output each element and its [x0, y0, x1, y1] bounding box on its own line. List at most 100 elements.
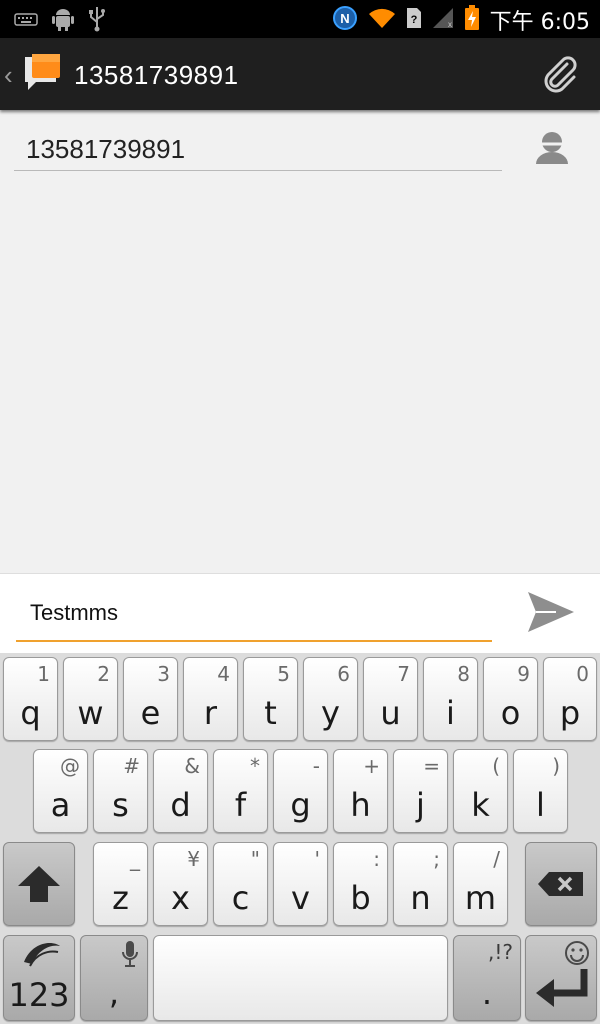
key-alt: 3 — [157, 662, 170, 686]
key-alt: 2 — [97, 662, 110, 686]
key-alt: 4 — [217, 662, 230, 686]
key-label: q — [20, 694, 41, 732]
enter-icon — [534, 967, 590, 1012]
key-j[interactable]: = j — [393, 749, 448, 833]
backspace-icon — [526, 843, 596, 925]
enter-key[interactable] — [525, 935, 597, 1021]
microphone-icon — [121, 940, 139, 973]
key-c[interactable]: " c — [213, 842, 268, 926]
shift-key[interactable] — [3, 842, 75, 926]
swiftkey-icon — [22, 940, 62, 973]
key-e[interactable]: 3e — [123, 657, 178, 741]
backspace-key[interactable] — [525, 842, 597, 926]
key-label: w — [77, 694, 104, 732]
key-label: c — [231, 879, 250, 917]
key-alt: + — [363, 754, 380, 778]
key-z[interactable]: _ z — [93, 842, 148, 926]
key-t[interactable]: 5t — [243, 657, 298, 741]
paperclip-icon[interactable] — [540, 54, 580, 94]
key-label: h — [350, 786, 371, 824]
key-label: v — [291, 879, 310, 917]
key-alt: @ — [60, 754, 80, 778]
key-label: y — [321, 694, 340, 732]
key-alt: 7 — [397, 662, 410, 686]
message-input[interactable]: Testmms — [16, 578, 492, 642]
key-l[interactable]: ) l — [513, 749, 568, 833]
key-i[interactable]: 8i — [423, 657, 478, 741]
key-label: j — [416, 786, 425, 824]
usb-icon — [88, 6, 106, 37]
back-chevron-icon[interactable]: ‹ — [4, 60, 13, 91]
key-g[interactable]: -g — [273, 749, 328, 833]
contact-icon[interactable] — [530, 126, 574, 170]
key-label: p — [559, 694, 581, 732]
key-s[interactable]: # s — [93, 749, 148, 833]
key-b[interactable]: :b — [333, 842, 388, 926]
key-p[interactable]: 0p — [543, 657, 597, 741]
key-a[interactable]: @ a — [33, 749, 88, 833]
key-alt: 8 — [457, 662, 470, 686]
key-label: l — [536, 786, 545, 824]
recipient-input[interactable]: 13581739891 — [14, 124, 502, 171]
key-y[interactable]: 6y — [303, 657, 358, 741]
action-bar: ‹ 13581739891 — [0, 38, 600, 110]
key-label: e — [140, 694, 161, 732]
key-k[interactable]: (k — [453, 749, 508, 833]
space-key[interactable] — [153, 935, 448, 1021]
key-alt: = — [423, 754, 440, 778]
battery-icon — [464, 4, 480, 36]
key-f[interactable]: * f — [213, 749, 268, 833]
key-o[interactable]: 9o — [483, 657, 538, 741]
key-label: s — [112, 786, 129, 824]
message-text[interactable]: Testmms — [30, 600, 118, 626]
period-key[interactable]: ,!? . — [453, 935, 521, 1021]
key-label: t — [264, 694, 277, 732]
key-alt: - — [312, 754, 320, 778]
key-u[interactable]: 7u — [363, 657, 418, 741]
key-label: m — [464, 879, 497, 917]
compose-bar: Testmms — [0, 573, 600, 654]
svg-text:N: N — [340, 11, 349, 26]
conversation-title: 13581739891 — [74, 60, 239, 90]
key-v[interactable]: ' v — [273, 842, 328, 926]
key-n[interactable]: ; n — [393, 842, 448, 926]
messaging-app-icon[interactable] — [22, 52, 64, 94]
comma-key[interactable]: , — [80, 935, 148, 1021]
key-q[interactable]: 1q — [3, 657, 58, 741]
period-alt-label: ,!? — [488, 940, 513, 964]
recipient-value[interactable]: 13581739891 — [26, 134, 185, 165]
key-alt: _ — [130, 847, 140, 871]
numbers-label: 123 — [8, 976, 70, 1014]
conversation-area — [0, 186, 600, 572]
nfc-icon: N — [332, 5, 358, 36]
key-label: z — [112, 879, 129, 917]
keyboard-icon — [14, 11, 38, 32]
key-alt: : — [373, 847, 380, 871]
key-label: f — [234, 786, 247, 824]
key-label: x — [171, 879, 190, 917]
numbers-key[interactable]: 123 — [3, 935, 75, 1021]
key-h[interactable]: + h — [333, 749, 388, 833]
key-x[interactable]: ¥ x — [153, 842, 208, 926]
key-alt: ¥ — [187, 847, 200, 871]
key-label: d — [170, 786, 191, 824]
key-alt: / — [493, 847, 500, 871]
key-w[interactable]: 2w — [63, 657, 118, 741]
key-m[interactable]: / m — [453, 842, 508, 926]
keyboard: 1q 2w 3e 4r 5t 6y 7u 8i 9o 0p @ a # s & d *… — [0, 653, 600, 1024]
status-bar: N ? x 下午 6:05 — [0, 0, 600, 38]
status-time: 下午 6:05 — [489, 10, 590, 35]
send-icon[interactable] — [526, 590, 576, 634]
key-alt: 9 — [517, 662, 530, 686]
key-r[interactable]: 4r — [183, 657, 238, 741]
key-label: a — [50, 786, 71, 824]
key-alt: 6 — [337, 662, 350, 686]
key-label: k — [471, 786, 490, 824]
comma-label: , — [108, 974, 120, 1012]
key-alt: ; — [433, 847, 440, 871]
key-alt: 1 — [37, 662, 50, 686]
key-alt: ' — [314, 847, 321, 871]
key-alt: ( — [492, 754, 500, 778]
key-d[interactable]: & d — [153, 749, 208, 833]
key-alt: ) — [552, 754, 560, 778]
